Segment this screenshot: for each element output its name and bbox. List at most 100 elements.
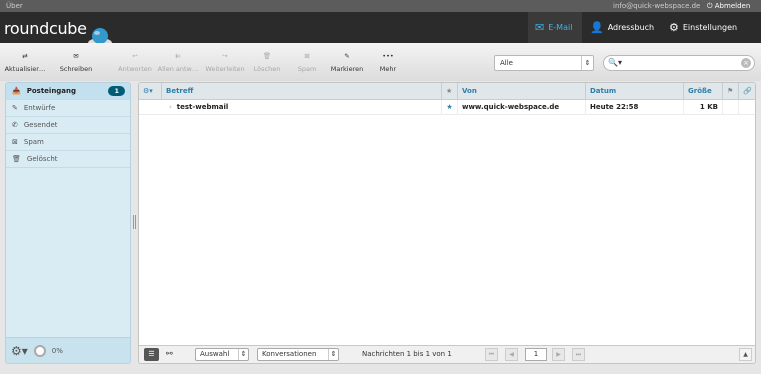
star-icon[interactable]: ★ [441,100,457,115]
column-date[interactable]: Datum [585,83,683,99]
about-link[interactable]: Über [6,2,23,10]
delete-button[interactable]: 🗑 Löschen [245,47,289,73]
folder-list: 📥 Posteingang 1 ✎ Entwürfe ✆ Gesendet ⊠ … [5,82,131,364]
message-subject: test-webmail [176,103,229,111]
reply-all-icon: ⇇ [175,52,181,60]
forward-icon: ↪ [222,52,228,60]
delete-label: Löschen [253,65,281,73]
forward-button[interactable]: ↪ Weiterleiten [203,47,247,73]
search-icon: 🔍▾ [608,58,622,67]
bottom-margin [0,364,761,374]
compose-icon: ✉ [73,52,79,60]
message-attachment [738,100,755,115]
person-icon: 👤 [590,21,604,34]
folder-spam-label: Spam [23,138,44,146]
prev-page-icon[interactable]: ◀ [505,348,518,361]
reply-icon: ↩ [132,52,138,60]
nav-mail[interactable]: ✉ E-Mail [528,12,582,43]
next-page-icon[interactable]: ▶ [552,348,565,361]
list-header: ⚙▾ Betreff ★ Von Datum Größe ⚑ 🔗 [139,83,755,100]
folder-sent-label: Gesendet [23,121,58,129]
message-size: 1 KB [683,100,722,115]
refresh-button[interactable]: ⇄ Aktualisier… [3,47,47,73]
mark-button[interactable]: ✎ Markieren [325,47,369,73]
updown-icon: ⇕ [238,349,248,360]
search-input[interactable]: 🔍▾ × [603,55,755,71]
quota-icon [33,344,46,357]
select-label: Auswahl [200,350,230,358]
message-from: www.quick-webspace.de [457,100,585,115]
compose-label: Schreiben [59,65,93,73]
pen-icon: ✎ [344,52,350,60]
table-row[interactable]: › test-webmail ★ www.quick-webspace.de H… [139,100,755,115]
threads-label: Konversationen [262,350,317,358]
pencil-icon: ✎ [12,104,18,112]
nav-addressbook-label: Adressbuch [607,23,655,32]
gear-icon: ⚙ [669,21,679,34]
logo: roundcube [4,19,87,38]
refresh-label: Aktualisier… [4,65,46,73]
updown-icon: ⇕ [328,349,338,360]
inbox-icon: 📥 [12,87,21,95]
message-flag[interactable] [722,100,738,115]
user-email: info@quick-webspace.de [613,2,701,10]
list-footer: ☰ ⚯ Auswahl ⇕ Konversationen ⇕ Nachrichten… [139,345,755,363]
attachment-icon[interactable]: 🔗 [738,83,755,99]
threads-select[interactable]: Konversationen ⇕ [257,348,339,361]
sent-icon: ✆ [12,121,18,129]
first-page-icon[interactable]: ⏮ [485,348,498,361]
list-options-icon[interactable]: ⚙▾ [139,83,161,99]
pane-splitter[interactable] [133,215,136,229]
flag-icon[interactable]: ⚑ [722,83,738,99]
spam-icon: ⊠ [304,52,310,60]
message-count: Nachrichten 1 bis 1 von 1 [362,350,452,358]
nav-settings-label: Einstellungen [682,23,738,32]
forward-label: Weiterleiten [205,65,245,73]
nav-mail-label: E-Mail [548,23,573,32]
column-size[interactable]: Größe [683,83,722,99]
column-subject[interactable]: Betreff [161,83,441,99]
more-button[interactable]: ••• Mehr [366,47,410,73]
folder-sent[interactable]: ✆ Gesendet [6,117,130,134]
folder-settings-icon[interactable]: ⚙▾ [11,344,28,358]
flag-star-icon[interactable]: ★ [441,83,457,99]
folder-inbox[interactable]: 📥 Posteingang 1 [6,83,130,100]
page-input[interactable]: 1 [525,348,547,361]
threads-icon[interactable]: ⚯ [166,349,173,358]
clear-search-icon[interactable]: × [741,58,751,68]
reply-all-label: Allen antw… [157,65,199,73]
select-menu[interactable]: Auswahl ⇕ [195,348,249,361]
spam-icon: ⊠ [12,138,18,146]
last-page-icon[interactable]: ⏭ [572,348,585,361]
nav-settings[interactable]: ⚙ Einstellungen [669,12,737,43]
trash-icon: 🗑 [12,155,21,163]
sidebar-footer: ⚙▾ 0% [6,337,130,363]
reply-all-button[interactable]: ⇇ Allen antw… [156,47,200,73]
compose-button[interactable]: ✉ Schreiben [54,47,98,73]
top-bar: Über info@quick-webspace.de ⏻ Abmelden [0,0,761,12]
dots-icon: ••• [382,52,394,60]
message-list: ⚙▾ Betreff ★ Von Datum Größe ⚑ 🔗 › test-… [138,82,756,364]
logout-link[interactable]: ⏻ Abmelden [707,2,750,11]
logout-label: Abmelden [714,2,751,10]
folder-drafts-label: Entwürfe [23,104,56,112]
filter-select[interactable]: Alle ⇕ [494,55,594,71]
spam-label: Spam [297,65,317,73]
spam-button[interactable]: ⊠ Spam [285,47,329,73]
more-label: Mehr [379,65,397,73]
folder-drafts[interactable]: ✎ Entwürfe [6,100,130,117]
thread-icon: › [169,103,172,111]
updown-icon: ⇕ [581,56,593,70]
folder-trash[interactable]: 🗑 Gelöscht [6,151,130,168]
quota-label: 0% [51,346,63,355]
column-from[interactable]: Von [457,83,585,99]
refresh-icon: ⇄ [22,52,28,60]
nav-addressbook[interactable]: 👤 Adressbuch [590,12,654,43]
list-view-icon[interactable]: ☰ [144,348,159,361]
folder-spam[interactable]: ⊠ Spam [6,134,130,151]
reply-button[interactable]: ↩ Antworten [113,47,157,73]
preview-toggle-icon[interactable]: ▲ [739,348,752,361]
folder-inbox-label: Posteingang [26,87,77,95]
reply-label: Antworten [118,65,152,73]
unread-badge: 1 [108,86,125,96]
